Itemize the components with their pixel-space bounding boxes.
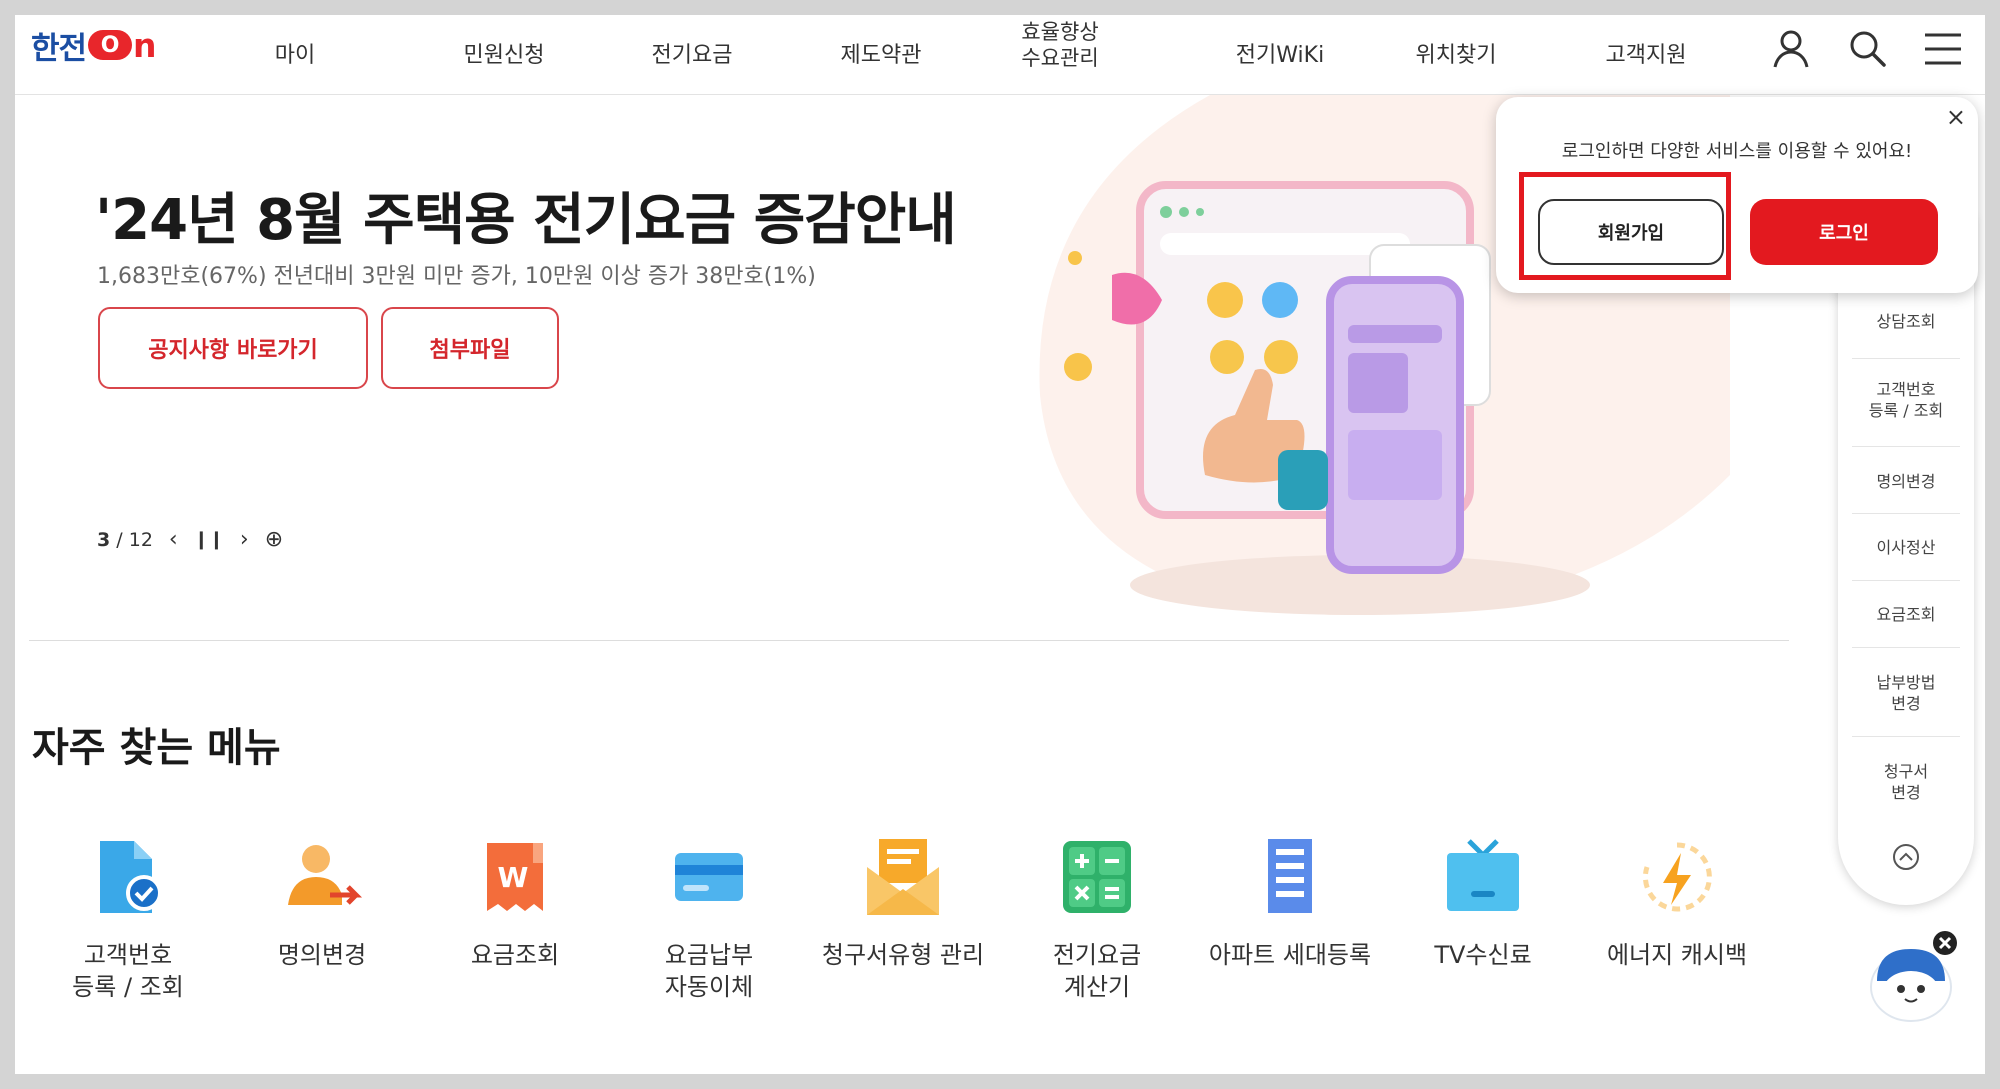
menu-label: 요금조회 [470, 941, 560, 969]
logo-n-mark: n [133, 25, 157, 65]
menu-label: 전기요금 계산기 [1052, 941, 1142, 1001]
login-button[interactable]: 로그인 [1750, 199, 1938, 265]
menu-name-change[interactable]: 명의변경 [227, 835, 417, 971]
signup-button[interactable]: 회원가입 [1538, 199, 1724, 265]
menu-label: 요금납부 자동이체 [664, 941, 754, 1001]
quick-divider [1852, 647, 1960, 648]
menu-label: TV수신료 [1434, 941, 1532, 969]
quick-move-settlement[interactable]: 이사정산 [1852, 537, 1960, 558]
hero-title: '24년 8월 주택용 전기요금 증감안내 [95, 188, 957, 253]
nav-efficiency[interactable]: 효율향상 수요관리 [1021, 19, 1098, 71]
slider-plus-icon[interactable]: ⊕ [265, 527, 283, 552]
nav-location[interactable]: 위치찾기 [1416, 37, 1497, 69]
quick-divider [1852, 580, 1960, 581]
envelope-icon [867, 839, 939, 915]
nav-my[interactable]: 마이 [275, 37, 315, 69]
quick-bill-inquiry[interactable]: 요금조회 [1852, 604, 1960, 625]
slider-separator: / [116, 528, 123, 551]
menu-bill-calculator[interactable]: 전기요금 계산기 [1002, 835, 1192, 1003]
chevron-up-circle-icon[interactable] [1891, 842, 1921, 872]
section-divider [29, 640, 1789, 641]
attachment-button[interactable]: 첨부파일 [381, 307, 559, 389]
tv-icon [1447, 839, 1519, 911]
calculator-icon [1063, 841, 1131, 913]
close-icon[interactable]: × [1946, 103, 1966, 131]
search-icon[interactable] [1843, 25, 1891, 73]
document-check-icon [100, 841, 162, 913]
popup-message: 로그인하면 다양한 서비스를 이용할 수 있어요! [1561, 141, 1913, 162]
quick-consult-inquiry[interactable]: 상담조회 [1852, 311, 1960, 332]
quick-name-change[interactable]: 명의변경 [1852, 471, 1960, 492]
menu-apartment[interactable]: 아파트 세대등록 [1195, 835, 1385, 971]
nav-electric-bill[interactable]: 전기요금 [652, 37, 733, 69]
menu-label: 에너지 캐시백 [1606, 941, 1748, 969]
quick-payment-method[interactable]: 납부방법 변경 [1852, 672, 1960, 714]
frequent-menu-title: 자주 찾는 메뉴 [32, 725, 281, 771]
slider-current: 3 [97, 528, 111, 551]
menu-auto-payment[interactable]: 요금납부 자동이체 [614, 835, 804, 1003]
menu-bill-type[interactable]: 청구서유형 관리 [808, 835, 998, 971]
menu-tv-fee[interactable]: TV수신료 [1388, 835, 1578, 971]
slider-controls: 3 / 12 ‹ ❙❙ › ⊕ [97, 527, 283, 552]
slider-total: 12 [128, 528, 153, 551]
nav-civil-request[interactable]: 민원신청 [464, 37, 545, 69]
browser-page: 한전 O n 마이 민원신청 전기요금 제도약관 효율향상 수요관리 전기WiK… [15, 15, 1985, 1074]
slider-counter: 3 / 12 [97, 529, 153, 551]
menu-label: 명의변경 [277, 941, 367, 969]
quick-menu-panel: 상담조회 고객번호 등록 / 조회 명의변경 이사정산 요금조회 납부방법 변경… [1838, 215, 1974, 905]
bill-won-icon: W [487, 843, 543, 911]
site-header: 한전 O n 마이 민원신청 전기요금 제도약관 효율향상 수요관리 전기WiK… [15, 15, 1985, 95]
svg-text:W: W [498, 861, 529, 894]
menu-customer-number[interactable]: 고객번호 등록 / 조회 [33, 835, 223, 1003]
quick-divider [1852, 513, 1960, 514]
menu-label: 청구서유형 관리 [821, 941, 985, 969]
logo-text: 한전 [31, 30, 87, 67]
quick-customer-number[interactable]: 고객번호 등록 / 조회 [1852, 379, 1960, 421]
notice-link-button[interactable]: 공지사항 바로가기 [98, 307, 368, 389]
logo-on-mark: O [88, 30, 133, 60]
slider-next-icon[interactable]: › [240, 527, 249, 552]
menu-label: 고객번호 등록 / 조회 [72, 941, 184, 1001]
slider-prev-icon[interactable]: ‹ [169, 527, 178, 552]
nav-wiki[interactable]: 전기WiKi [1236, 37, 1324, 69]
menu-icon[interactable] [1919, 25, 1967, 73]
quick-divider [1852, 736, 1960, 737]
login-popup: × 로그인하면 다양한 서비스를 이용할 수 있어요! 회원가입 로그인 [1496, 97, 1978, 293]
quick-divider [1852, 358, 1960, 359]
user-icon[interactable] [1767, 25, 1815, 73]
energy-bolt-icon [1642, 842, 1712, 912]
nav-customer-support[interactable]: 고객지원 [1606, 37, 1687, 69]
slider-pause-icon[interactable]: ❙❙ [194, 529, 224, 550]
apartment-icon [1268, 839, 1312, 913]
kepco-on-logo[interactable]: 한전 O n [31, 21, 157, 69]
card-icon [675, 853, 743, 901]
menu-label: 아파트 세대등록 [1208, 941, 1372, 969]
nav-terms[interactable]: 제도약관 [841, 37, 922, 69]
menu-energy-cashback[interactable]: 에너지 캐시백 [1582, 835, 1772, 971]
quick-bill-change[interactable]: 청구서 변경 [1852, 761, 1960, 803]
quick-divider [1852, 446, 1960, 447]
person-change-icon [288, 845, 363, 905]
menu-bill-inquiry[interactable]: W 요금조회 [420, 835, 610, 971]
hero-subtitle: 1,683만호(67%) 전년대비 3만원 미만 증가, 10만원 이상 증가 … [97, 264, 816, 289]
chatbot-icon[interactable] [1861, 925, 1961, 1025]
